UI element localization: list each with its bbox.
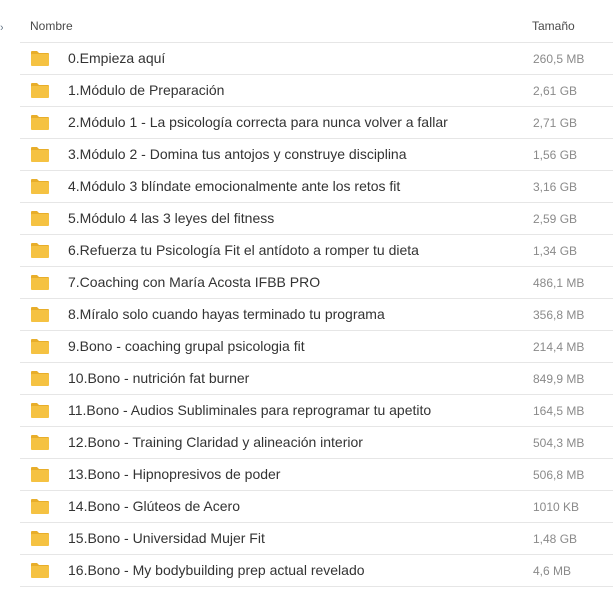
folder-size: 1,48 GB [533,532,578,546]
folder-row[interactable]: 5.Módulo 4 las 3 leyes del fitness 2,59 G… [20,203,613,235]
folder-icon [30,369,50,387]
folder-row[interactable]: 4.Módulo 3 blíndate emocionalmente ante … [20,171,613,203]
folder-row[interactable]: 9.Bono - coaching grupal psicologia fit 2… [20,331,613,363]
folder-size: 356,8 MB [533,308,585,322]
folder-name[interactable]: 1.Módulo de Preparación [68,82,224,98]
folder-size: 1,34 GB [533,244,578,258]
folder-row[interactable]: 13.Bono - Hipnopresivos de poder 506,8 MB [20,459,613,491]
folder-row[interactable]: 6.Refuerza tu Psicología Fit el antídoto… [20,235,613,267]
folder-row[interactable]: 2.Módulo 1 - La psicología correcta para… [20,107,613,139]
folder-row[interactable]: 16.Bono - My bodybuilding prep actual re… [20,555,613,587]
folder-icon [30,177,50,195]
folder-size: 506,8 MB [533,468,585,482]
folder-name[interactable]: 2.Módulo 1 - La psicología correcta para… [68,114,448,130]
folder-row[interactable]: 15.Bono - Universidad Mujer Fit 1,48 GB [20,523,613,555]
folder-icon [30,81,50,99]
folder-name[interactable]: 11.Bono - Audios Subliminales para repro… [68,402,431,418]
folder-size: 1010 KB [533,500,580,514]
folder-row[interactable]: 10.Bono - nutrición fat burner 849,9 MB [20,363,613,395]
folder-icon [30,113,50,131]
folder-size: 3,16 GB [533,180,578,194]
folder-size: 2,59 GB [533,212,578,226]
folder-size: 2,71 GB [533,116,578,130]
list-header: Nombre Tamaño [20,8,613,43]
folder-row[interactable]: 8.Míralo solo cuando hayas terminado tu … [20,299,613,331]
column-header-size[interactable]: Tamaño [532,19,575,33]
folder-row[interactable]: 0.Empieza aquí 260,5 MB [20,43,613,75]
folder-icon [30,49,50,67]
folder-size: 4,6 MB [533,564,572,578]
column-header-name[interactable]: Nombre [30,19,73,33]
folder-row[interactable]: 14.Bono - Glúteos de Acero 1010 KB [20,491,613,523]
folder-icon [30,241,50,259]
file-list: Nombre Tamaño 0.Empieza aquí 260,5 MB 1.Mó… [20,8,613,587]
folder-size: 2,61 GB [533,84,578,98]
folder-row[interactable]: 1.Módulo de Preparación 2,61 GB [20,75,613,107]
folder-icon [30,273,50,291]
folder-icon [30,209,50,227]
folder-name[interactable]: 9.Bono - coaching grupal psicologia fit [68,338,305,354]
folder-name[interactable]: 10.Bono - nutrición fat burner [68,370,249,386]
folder-name[interactable]: 15.Bono - Universidad Mujer Fit [68,530,265,546]
folder-name[interactable]: 16.Bono - My bodybuilding prep actual re… [68,562,365,578]
folder-name[interactable]: 3.Módulo 2 - Domina tus antojos y constr… [68,146,407,162]
folder-icon [30,145,50,163]
folder-icon [30,401,50,419]
folder-name[interactable]: 5.Módulo 4 las 3 leyes del fitness [68,210,274,226]
folder-size: 260,5 MB [533,52,585,66]
folder-name[interactable]: 7.Coaching con María Acosta IFBB PRO [68,274,320,290]
folder-icon [30,561,50,579]
folder-icon [30,465,50,483]
folder-size: 504,3 MB [533,436,585,450]
folder-name[interactable]: 13.Bono - Hipnopresivos de poder [68,466,280,482]
partial-column-edge: › [0,22,3,34]
folder-name[interactable]: 6.Refuerza tu Psicología Fit el antídoto… [68,242,419,258]
folder-size: 1,56 GB [533,148,578,162]
folder-name[interactable]: 8.Míralo solo cuando hayas terminado tu … [68,306,385,322]
folder-size: 849,9 MB [533,372,585,386]
folder-name[interactable]: 4.Módulo 3 blíndate emocionalmente ante … [68,178,400,194]
folder-icon [30,497,50,515]
folder-row[interactable]: 7.Coaching con María Acosta IFBB PRO 486,… [20,267,613,299]
folder-name[interactable]: 0.Empieza aquí [68,50,165,66]
folder-size: 214,4 MB [533,340,585,354]
folder-icon [30,433,50,451]
folder-icon [30,305,50,323]
folder-icon [30,337,50,355]
folder-row[interactable]: 11.Bono - Audios Subliminales para repro… [20,395,613,427]
folder-name[interactable]: 12.Bono - Training Claridad y alineación… [68,434,363,450]
folder-size: 164,5 MB [533,404,585,418]
folder-rows: 0.Empieza aquí 260,5 MB 1.Módulo de Prepar… [20,43,613,587]
folder-size: 486,1 MB [533,276,585,290]
folder-icon [30,529,50,547]
folder-row[interactable]: 12.Bono - Training Claridad y alineación… [20,427,613,459]
folder-row[interactable]: 3.Módulo 2 - Domina tus antojos y constr… [20,139,613,171]
folder-name[interactable]: 14.Bono - Glúteos de Acero [68,498,240,514]
